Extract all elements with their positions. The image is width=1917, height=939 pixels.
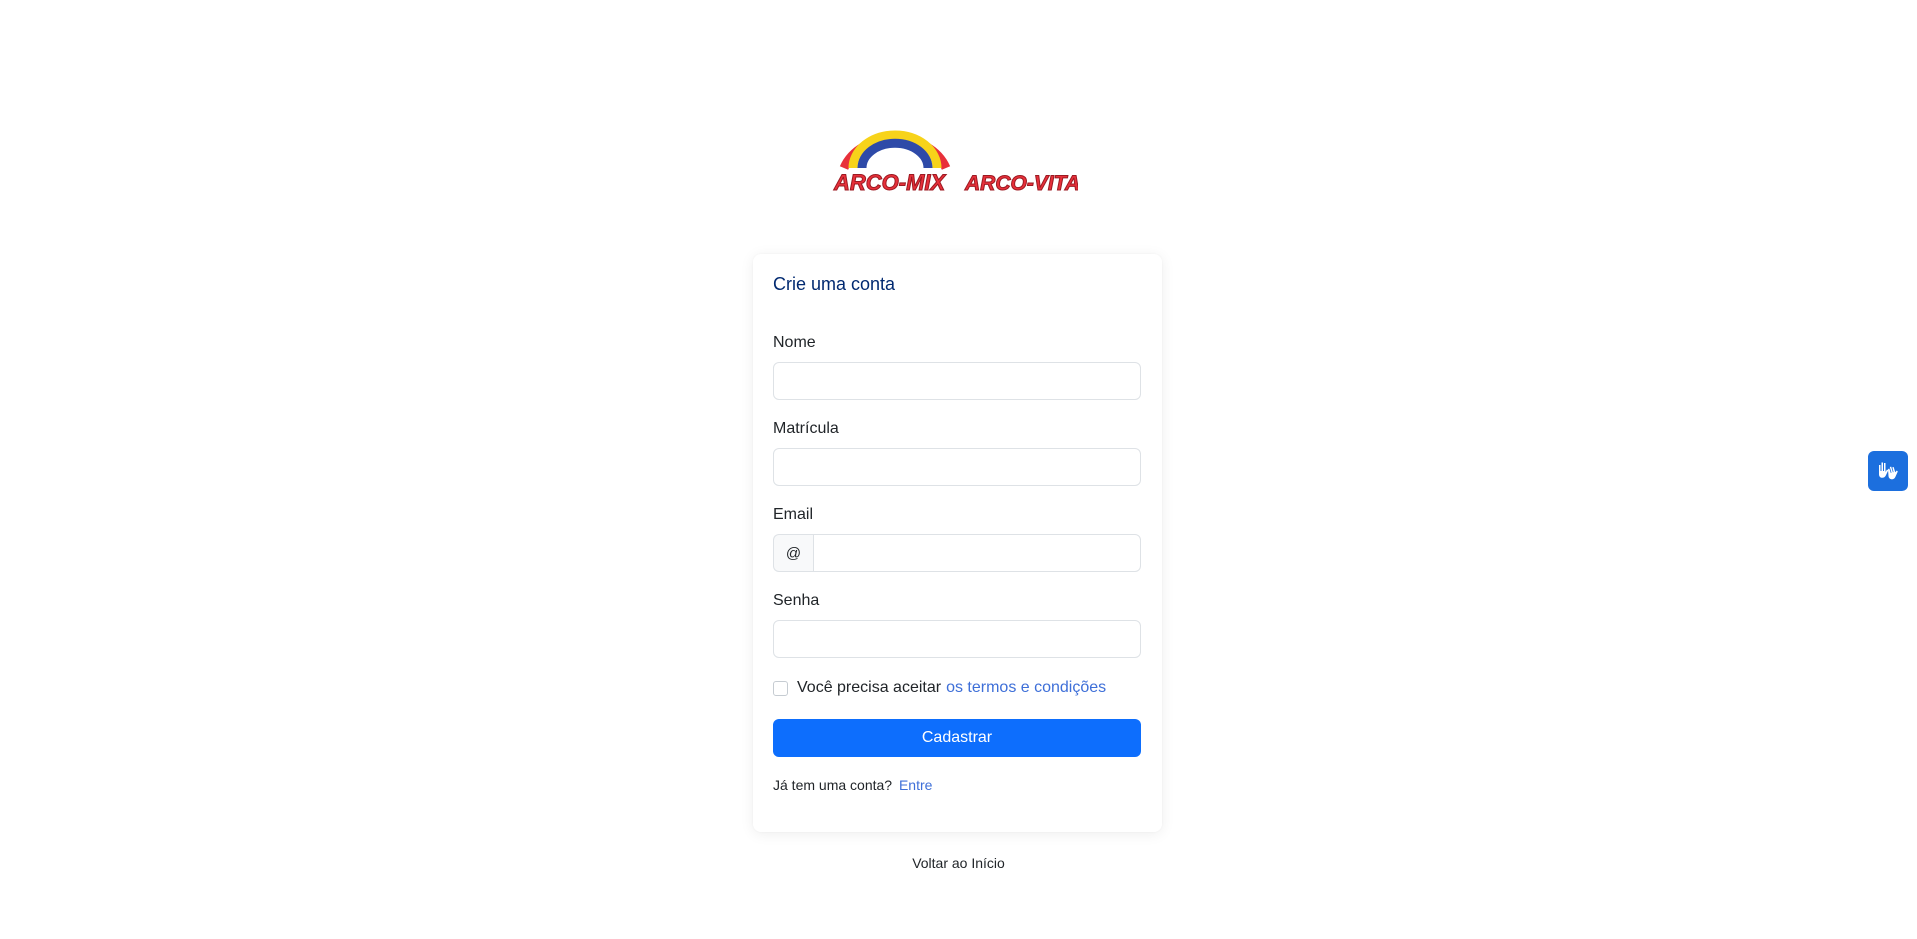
signup-card: Crie uma conta Nome Matrícula Email @ Se…	[753, 254, 1162, 832]
email-at-prefix: @	[773, 534, 813, 572]
signup-form: Nome Matrícula Email @ Senha Você precis…	[773, 334, 1142, 793]
password-input[interactable]	[773, 620, 1141, 658]
registration-field-group: Matrícula	[773, 420, 1142, 486]
logo-text-arco-vita: ARCO-VITA	[964, 172, 1078, 195]
email-field-group: Email @	[773, 506, 1142, 572]
logo-text-arco-mix: ARCO-MIX	[833, 170, 947, 195]
register-button[interactable]: Cadastrar	[773, 719, 1141, 757]
arco-mix-arco-vita-logo: ARCO-MIX ARCO-VITA	[832, 124, 1078, 196]
password-field-group: Senha	[773, 592, 1142, 658]
terms-row: Você precisa aceitar os termos e condiçõ…	[773, 678, 1142, 698]
registration-label: Matrícula	[773, 420, 839, 437]
name-field-group: Nome	[773, 334, 1142, 400]
card-title: Crie uma conta	[773, 274, 896, 294]
back-to-home-link[interactable]: Voltar ao Início	[912, 855, 1005, 871]
terms-link[interactable]: os termos e condições	[946, 679, 1106, 697]
email-input-group: @	[773, 534, 1141, 572]
page: ARCO-MIX ARCO-VITA Crie uma conta Nome M…	[0, 0, 1917, 939]
login-link[interactable]: Entre	[899, 777, 932, 793]
login-prompt-text: Já tem uma conta?	[773, 777, 893, 793]
registration-input[interactable]	[773, 448, 1141, 486]
login-prompt-row: Já tem uma conta? Entre	[773, 777, 1142, 793]
back-to-home-row: Voltar ao Início	[0, 855, 1917, 871]
terms-checkbox[interactable]	[773, 680, 788, 696]
sign-language-hands-icon	[1879, 462, 1898, 480]
email-input[interactable]	[813, 534, 1141, 572]
accessibility-widget-button[interactable]	[1868, 451, 1908, 491]
email-label: Email	[773, 506, 814, 523]
password-label: Senha	[773, 592, 820, 609]
terms-text: Você precisa aceitar	[797, 679, 942, 696]
name-input[interactable]	[773, 362, 1141, 400]
name-label: Nome	[773, 334, 816, 351]
